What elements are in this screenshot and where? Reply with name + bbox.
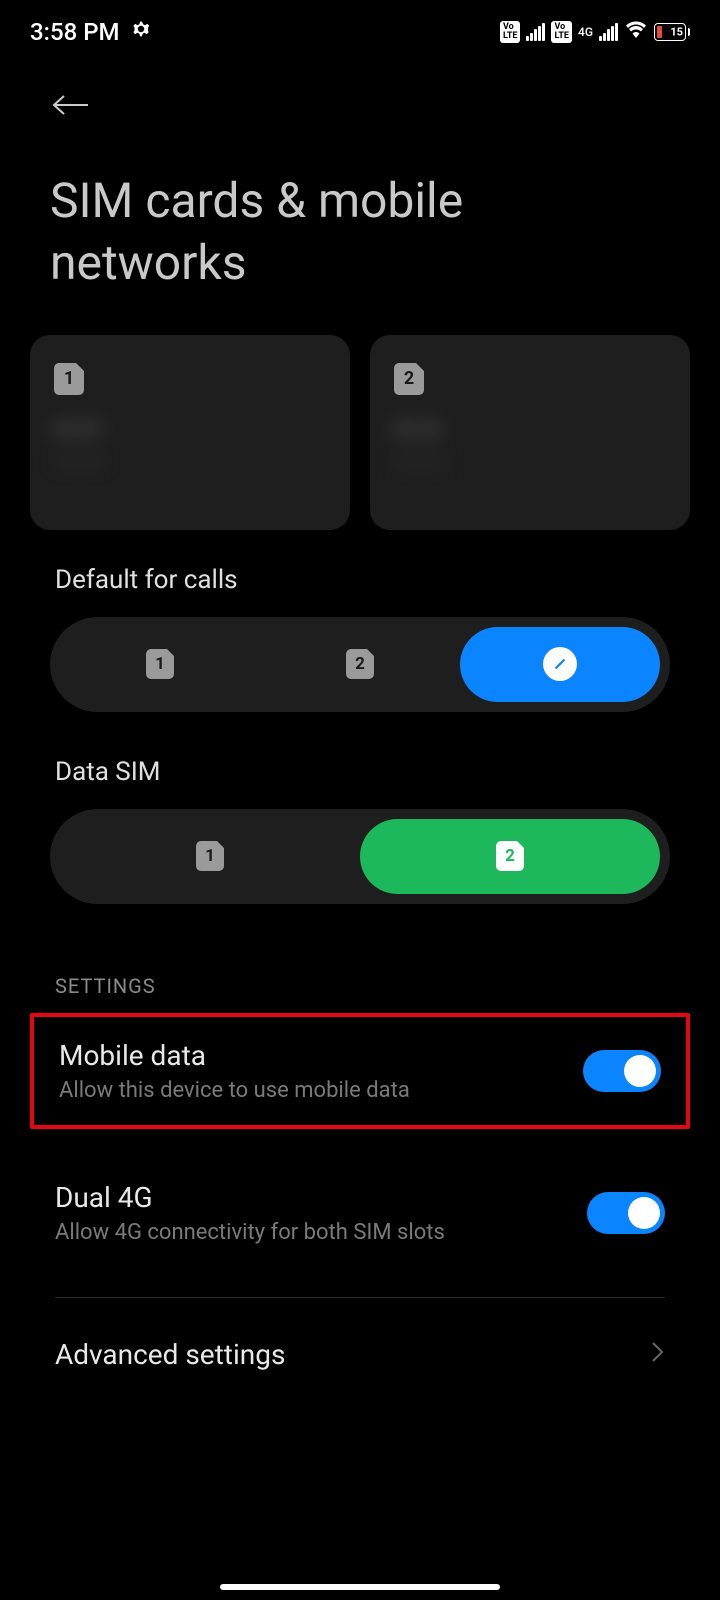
mobile-data-title: Mobile data — [59, 1039, 410, 1072]
dual-4g-subtitle: Allow 4G connectivity for both SIM slots — [55, 1220, 445, 1245]
data-sim-selector: 1 2 — [50, 809, 670, 904]
highlight-annotation: Mobile data Allow this device to use mob… — [30, 1013, 690, 1129]
network-type: 4G — [578, 25, 593, 39]
signal-icon-1 — [526, 23, 545, 41]
sim-subtitle-1: — — — — [54, 453, 326, 474]
sim-icon: 1 — [146, 649, 174, 679]
sim-name-2: — — — [394, 415, 666, 445]
sim-card-1[interactable]: 1 — — — — — — [30, 335, 350, 530]
sim-icon: 2 — [346, 649, 374, 679]
status-time: 3:58 PM — [30, 18, 120, 46]
battery-indicator: 15 — [654, 23, 690, 41]
sim-badge-2: 2 — [394, 363, 424, 395]
dual-4g-toggle[interactable] — [587, 1192, 665, 1234]
back-button[interactable] — [50, 80, 100, 130]
default-calls-section: Default for calls 1 2 — [0, 530, 720, 722]
default-calls-option-notset[interactable] — [460, 627, 660, 702]
toggle-knob — [624, 1055, 656, 1087]
page-title: SIM cards & mobile networks — [0, 140, 720, 335]
data-sim-option-2[interactable]: 2 — [360, 819, 660, 894]
data-sim-section: Data SIM 1 2 — [0, 722, 720, 914]
dual-4g-row[interactable]: Dual 4G Allow 4G connectivity for both S… — [0, 1159, 720, 1267]
volte-badge-2: VoLTE — [551, 21, 572, 43]
sim-card-2[interactable]: 2 — — — — — — [370, 335, 690, 530]
header — [0, 60, 720, 140]
mobile-data-subtitle: Allow this device to use mobile data — [59, 1078, 410, 1103]
data-sim-label: Data SIM — [50, 757, 670, 787]
sim-icon: 2 — [496, 841, 524, 871]
gear-icon — [130, 18, 152, 46]
chevron-right-icon — [651, 1340, 665, 1368]
status-right: VoLTE VoLTE 4G 15 — [500, 18, 690, 46]
dual-4g-text: Dual 4G Allow 4G connectivity for both S… — [55, 1181, 445, 1245]
home-indicator[interactable] — [220, 1584, 500, 1590]
data-sim-option-1[interactable]: 1 — [60, 819, 360, 894]
default-calls-option-1[interactable]: 1 — [60, 627, 260, 702]
volte-badge-1: VoLTE — [500, 21, 521, 43]
mobile-data-row[interactable]: Mobile data Allow this device to use mob… — [34, 1017, 686, 1125]
default-calls-option-2[interactable]: 2 — [260, 627, 460, 702]
mobile-data-toggle[interactable] — [583, 1050, 661, 1092]
not-set-icon — [543, 647, 577, 681]
advanced-settings-title: Advanced settings — [55, 1338, 285, 1371]
default-calls-label: Default for calls — [50, 565, 670, 595]
battery-percent: 15 — [670, 26, 683, 39]
sim-name-1: — — — [54, 415, 326, 445]
sim-subtitle-2: — — — — [394, 453, 666, 474]
signal-icon-2 — [599, 23, 618, 41]
advanced-settings-row[interactable]: Advanced settings — [0, 1298, 720, 1401]
sim-icon: 1 — [196, 841, 224, 871]
status-bar: 3:58 PM VoLTE VoLTE 4G 15 — [0, 0, 720, 60]
sim-badge-1: 1 — [54, 363, 84, 395]
status-left: 3:58 PM — [30, 18, 152, 46]
mobile-data-text: Mobile data Allow this device to use mob… — [59, 1039, 410, 1103]
dual-4g-title: Dual 4G — [55, 1181, 445, 1214]
wifi-icon — [624, 18, 648, 46]
default-calls-selector: 1 2 — [50, 617, 670, 712]
settings-header: SETTINGS — [0, 914, 720, 1013]
sim-cards-container: 1 — — — — — 2 — — — — — — [0, 335, 720, 530]
toggle-knob — [628, 1197, 660, 1229]
